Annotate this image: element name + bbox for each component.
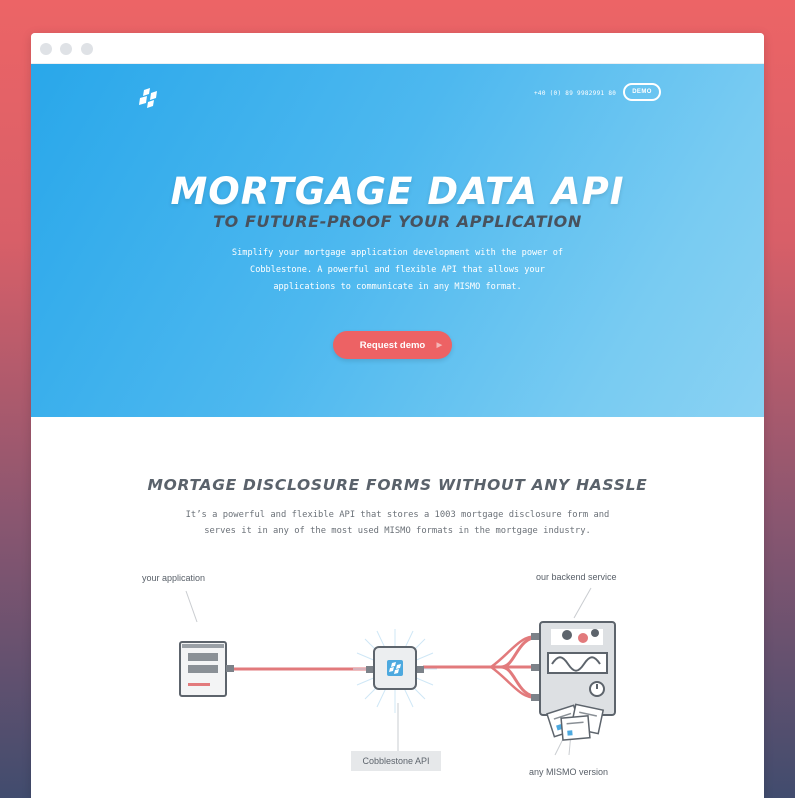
minimize-dot[interactable]: [60, 43, 72, 55]
hero-title: MORTGAGE DATA API: [170, 170, 625, 213]
features-description: It’s a powerful and flexible API that st…: [185, 510, 610, 536]
browser-titlebar: [31, 33, 764, 64]
request-demo-button[interactable]: Request demo ▶: [333, 331, 452, 359]
maximize-dot[interactable]: [81, 43, 93, 55]
phone-number[interactable]: +40 (0) 89 9982991 80: [534, 90, 616, 97]
hero-section: +40 (0) 89 9982991 80 DEMO MORTGAGE DATA…: [31, 64, 764, 417]
close-dot[interactable]: [40, 43, 52, 55]
pointer-line: [573, 587, 592, 619]
request-demo-label: Request demo: [359, 339, 426, 351]
browser-window: +40 (0) 89 9982991 80 DEMO MORTGAGE DATA…: [31, 33, 764, 798]
cobblestone-api-node: [353, 629, 437, 713]
cobblestone-logo-icon[interactable]: [138, 88, 158, 108]
demo-button[interactable]: DEMO: [623, 83, 661, 101]
pointer-line: [185, 590, 198, 623]
arrow-right-icon: ▶: [436, 342, 442, 349]
backend-server-icon: [531, 621, 616, 716]
cobblestone-api-label: Cobblestone API: [351, 751, 441, 771]
hero-description: Simplify your mortgage application devel…: [231, 248, 564, 292]
hero-subtitle: TO FUTURE-PROOF YOUR APPLICATION: [213, 212, 582, 231]
application-window-icon: [179, 641, 234, 697]
features-title: MORTAGE DISCLOSURE FORMS WITHOUT ANY HAS…: [147, 476, 648, 494]
